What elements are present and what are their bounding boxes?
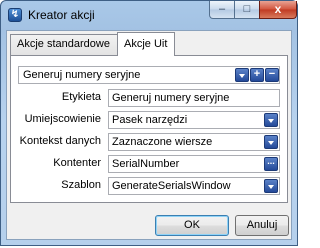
chevron-down-icon[interactable]	[264, 113, 278, 127]
label-umiejscowienie: Umiejscowienie	[24, 113, 101, 125]
tab-panel: Generuj numery seryjne + − Etykieta Gene…	[10, 55, 288, 203]
tab-standard-actions[interactable]: Akcje standardowe	[10, 34, 118, 55]
etykieta-value: Generuj numery seryjne	[112, 92, 230, 104]
umiejscowienie-value: Pasek narzędzi	[112, 114, 188, 126]
kontekst-danych-select[interactable]: Zaznaczone wiersze	[108, 133, 280, 151]
label-kontenter: Kontenter	[53, 157, 101, 169]
window-title: Kreator akcji	[28, 8, 95, 22]
minimize-button[interactable]: –	[209, 1, 235, 19]
szablon-select[interactable]: GenerateSerialsWindow	[108, 177, 280, 195]
dialog-client-area: Akcje standardowe Akcje Uit Generuj nume…	[6, 30, 292, 240]
szablon-value: GenerateSerialsWindow	[112, 180, 231, 192]
label-etykieta: Etykieta	[61, 91, 101, 103]
dialog-window: ↯ Kreator akcji – □ x Akcje standardowe …	[0, 0, 298, 246]
kontenter-input[interactable]: SerialNumber ...	[108, 155, 280, 173]
kontekst-danych-value: Zaznaczone wiersze	[112, 136, 213, 148]
maximize-button[interactable]: □	[234, 1, 260, 19]
ellipsis-icon[interactable]: ...	[264, 157, 278, 171]
ok-button[interactable]: OK	[155, 215, 229, 236]
app-icon: ↯	[8, 8, 22, 22]
close-button[interactable]: x	[259, 1, 297, 19]
label-szablon: Szablon	[61, 179, 101, 191]
etykieta-input[interactable]: Generuj numery seryjne	[108, 89, 280, 107]
cancel-button[interactable]: Anuluj	[235, 215, 289, 236]
label-kontekst-danych: Kontekst danych	[19, 135, 101, 147]
chevron-down-icon[interactable]	[264, 179, 278, 193]
umiejscowienie-select[interactable]: Pasek narzędzi	[108, 111, 280, 129]
title-bar[interactable]: ↯ Kreator akcji – □ x	[1, 1, 297, 29]
tab-uit-actions[interactable]: Akcje Uit	[117, 32, 175, 56]
fields-area: Etykieta Generuj numery seryjne Umiejsco…	[11, 56, 289, 204]
kontenter-value: SerialNumber	[112, 158, 180, 170]
chevron-down-icon[interactable]	[264, 135, 278, 149]
